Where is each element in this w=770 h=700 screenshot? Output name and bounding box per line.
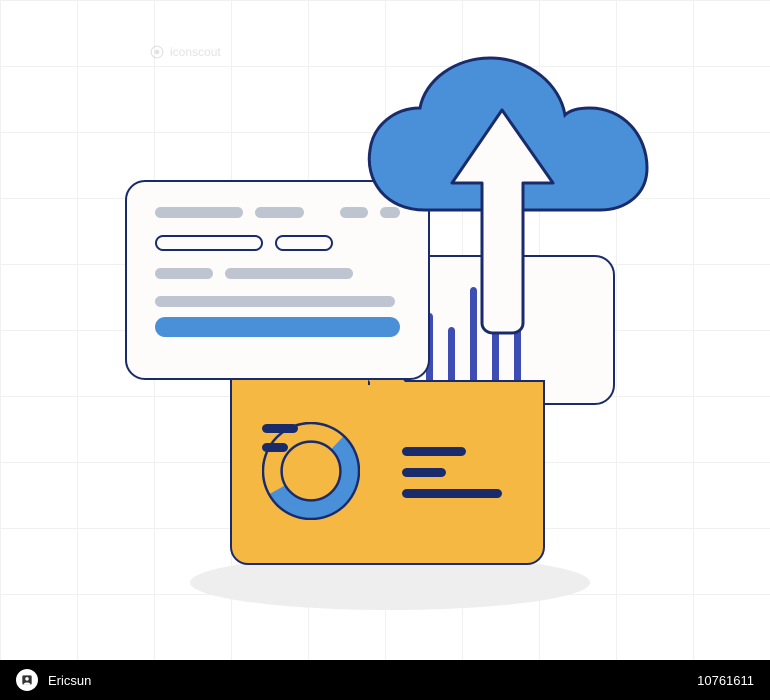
- folder-card: [230, 380, 545, 565]
- placeholder-pill: [255, 207, 305, 218]
- placeholder-line: [402, 468, 446, 477]
- placeholder-pill: [155, 207, 243, 218]
- placeholder-line: [262, 443, 288, 452]
- attribution-bar: Ericsun 10761611: [0, 660, 770, 700]
- placeholder-pill-outline: [275, 235, 333, 251]
- placeholder-line: [402, 489, 502, 498]
- author-name: Ericsun: [48, 673, 91, 688]
- attribution-author[interactable]: Ericsun: [16, 669, 91, 691]
- cloud-upload-illustration: [100, 50, 660, 610]
- panel-row: [155, 268, 400, 279]
- chart-bar: [448, 327, 455, 385]
- progress-bar: [155, 317, 400, 337]
- placeholder-pill: [225, 268, 353, 279]
- placeholder-line: [262, 424, 298, 433]
- upload-arrow-icon: [445, 105, 560, 335]
- placeholder-pill-outline: [155, 235, 263, 251]
- placeholder-line: [402, 447, 466, 456]
- image-id: 10761611: [697, 673, 754, 688]
- panel-row: [155, 296, 400, 307]
- author-avatar-icon: [16, 669, 38, 691]
- placeholder-pill: [155, 296, 395, 307]
- placeholder-pill: [155, 268, 213, 279]
